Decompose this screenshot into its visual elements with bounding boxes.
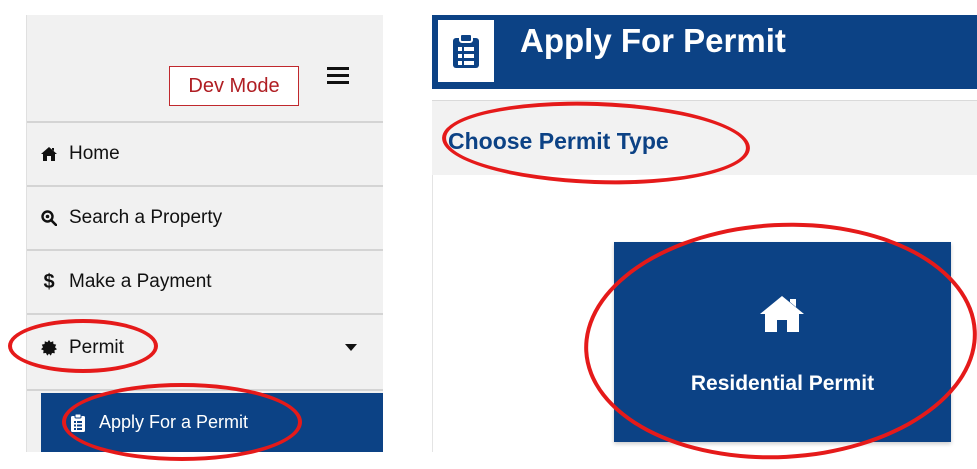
home-icon [760,296,804,332]
dollar-icon: $ [43,270,55,293]
page-title: Apply For Permit [520,22,786,59]
sidebar-item-search-property[interactable]: Search a Property [27,187,383,249]
sidebar-divider [27,389,383,391]
sidebar-subitem-label: Apply For a Permit [99,412,249,432]
hamburger-menu-icon[interactable] [327,67,349,85]
sidebar-item-label: Home [69,143,120,164]
search-icon [41,210,57,226]
clipboard-icon [71,413,85,432]
residential-permit-label: Residential Permit [690,372,875,395]
clipboard-icon [438,20,494,82]
section-title: Choose Permit Type [448,128,669,154]
sidebar-divider [27,313,383,315]
dev-mode-badge: Dev Mode [169,66,299,106]
sidebar-item-permit[interactable]: Permit [27,317,383,379]
sidebar-item-make-payment[interactable]: $ Make a Payment [27,251,383,313]
badge-icon [41,340,57,356]
sidebar-item-label: Make a Payment [69,271,212,292]
sidebar-item-label: Permit [69,337,124,358]
residential-permit-card[interactable] [614,242,951,442]
home-icon [41,146,57,162]
chevron-down-icon[interactable] [345,344,357,351]
sidebar-item-home[interactable]: Home [27,123,383,185]
sidebar: Dev Mode Home Search a Property $ Make a… [26,15,383,452]
sidebar-subitem-apply-permit[interactable]: Apply For a Permit [41,393,383,452]
sidebar-item-label: Search a Property [69,207,223,228]
